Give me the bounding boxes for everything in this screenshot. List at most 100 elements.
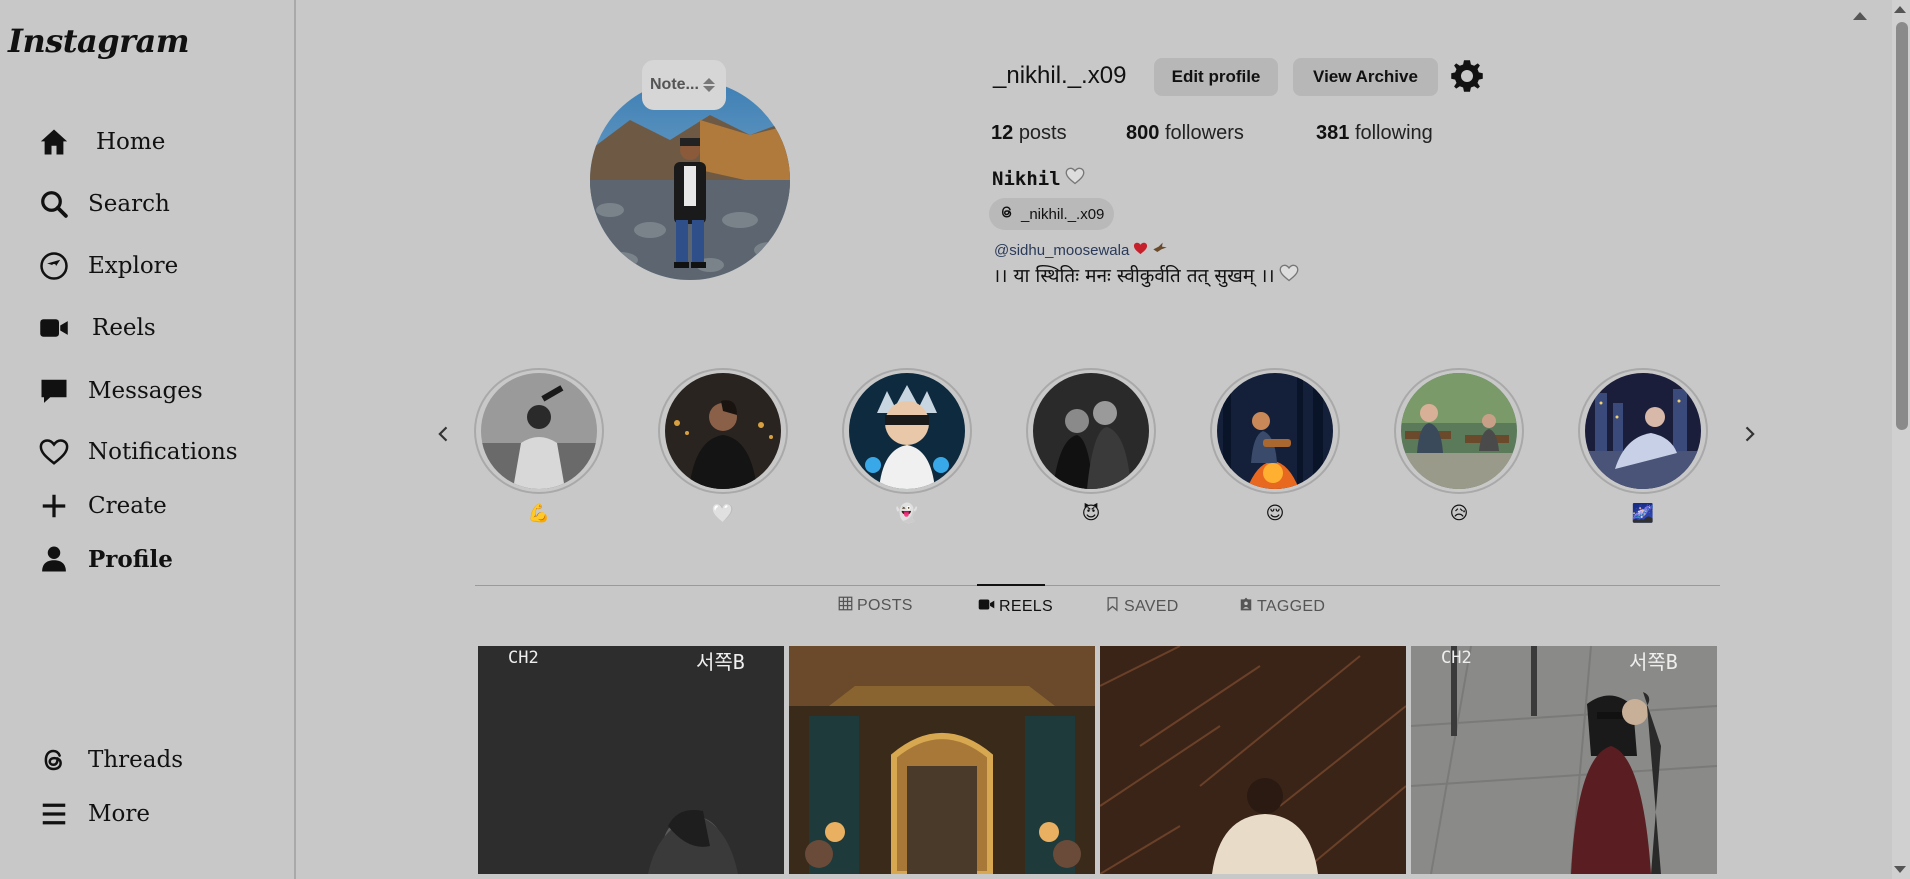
reel-tile[interactable] — [789, 646, 1095, 874]
sidebar-item-notifications[interactable]: Notifications — [38, 436, 238, 468]
reels-icon — [38, 312, 70, 344]
view-archive-button[interactable]: View Archive — [1293, 58, 1438, 96]
followers-count-label: followers — [1164, 122, 1244, 144]
story-highlight[interactable]: 👻 — [842, 368, 972, 524]
tab-label: TAGGED — [1257, 597, 1326, 615]
bio-mention-link[interactable]: @sidhu_moosewala — [994, 240, 1168, 260]
sidebar-item-create[interactable]: Create — [38, 490, 167, 522]
sidebar-item-label: Search — [88, 191, 170, 217]
instagram-logo[interactable]: Instagram — [8, 22, 190, 60]
highlight-ring — [1578, 368, 1708, 494]
sidebar-item-label: Messages — [88, 378, 203, 404]
sidebar-item-label: Explore — [88, 253, 179, 279]
highlight-image — [1033, 373, 1149, 489]
plus-icon — [38, 490, 70, 522]
red-heart-icon — [1133, 241, 1148, 260]
edit-profile-button[interactable]: Edit profile — [1154, 58, 1278, 96]
note-bubble[interactable]: Note... — [642, 60, 726, 110]
highlight-ring — [658, 368, 788, 494]
followers-count[interactable]: 800 followers — [1126, 122, 1244, 145]
highlight-emoji: 💪 — [527, 502, 551, 524]
story-highlight[interactable]: 💪 — [474, 368, 604, 524]
heart-icon — [38, 436, 70, 468]
threads-badge[interactable]: _nikhil._.x09 — [989, 198, 1115, 230]
user-icon — [38, 543, 70, 575]
sidebar-item-more[interactable]: More — [38, 798, 150, 830]
scroll-thumb[interactable] — [1896, 22, 1908, 430]
sidebar-item-threads[interactable]: Threads — [38, 744, 183, 776]
reel-tile[interactable]: CH2 서쪽B — [478, 646, 784, 874]
heart-icon — [1065, 166, 1085, 191]
menu-icon — [38, 798, 70, 830]
sidebar: Instagram Home Search Explore Reels Mess… — [0, 0, 296, 879]
highlight-image — [481, 373, 597, 489]
highlight-image — [849, 373, 965, 489]
tab-label: REELS — [999, 598, 1053, 615]
highlight-emoji: 👻 — [895, 502, 919, 524]
scroll-up-icon[interactable] — [1894, 6, 1906, 13]
highlight-emoji: 😥 — [1449, 502, 1469, 524]
note-label: Note... — [650, 76, 699, 93]
story-highlight[interactable]: 🌌 — [1578, 368, 1708, 524]
bio-line-text: ।। या स्थितिः मनः स्वीकुर्वति तत् सुखम् … — [993, 265, 1275, 287]
highlights-next-chevron-icon[interactable] — [1739, 424, 1759, 444]
home-icon — [38, 126, 70, 158]
sidebar-item-explore[interactable]: Explore — [38, 250, 178, 282]
tab-reels[interactable]: REELS — [978, 596, 1053, 618]
highlight-emoji: 😈 — [1081, 502, 1101, 524]
highlight-ring — [1026, 368, 1156, 494]
reel-tile[interactable]: CH2 서쪽B — [1411, 646, 1717, 874]
highlight-ring — [474, 368, 604, 494]
note-arrows-icon — [702, 78, 715, 92]
sidebar-item-search[interactable]: Search — [38, 188, 170, 220]
sidebar-item-label: More — [88, 801, 151, 827]
gear-icon[interactable] — [1449, 58, 1485, 94]
sidebar-item-reels[interactable]: Reels — [38, 312, 156, 344]
highlights-prev-chevron-icon[interactable] — [434, 424, 454, 444]
threads-icon — [999, 204, 1015, 224]
following-count-label: following — [1354, 122, 1433, 144]
story-highlight[interactable]: 😈 — [1026, 368, 1156, 524]
followers-count-value: 800 — [1126, 122, 1160, 144]
highlight-ring — [842, 368, 972, 494]
highlight-ring — [1210, 368, 1340, 494]
posts-count-label: posts — [1018, 122, 1067, 144]
search-icon — [38, 188, 70, 220]
sidebar-item-messages[interactable]: Messages — [38, 375, 203, 407]
tab-label: SAVED — [1124, 597, 1179, 615]
scrollbar[interactable] — [1892, 0, 1910, 879]
sidebar-item-label: Notifications — [88, 439, 238, 465]
scroll-top-arrow-icon[interactable] — [1853, 12, 1867, 20]
threads-icon — [38, 744, 70, 776]
story-highlight[interactable]: 😌 — [1210, 368, 1340, 524]
tab-tagged[interactable]: TAGGED — [1239, 596, 1325, 617]
tab-saved[interactable]: SAVED — [1105, 596, 1179, 617]
bird-icon — [1152, 240, 1168, 260]
sidebar-item-label: Create — [88, 493, 167, 519]
reel-tile[interactable] — [1100, 646, 1406, 874]
heart-icon — [1279, 263, 1299, 288]
posts-count-value: 12 — [991, 122, 1014, 144]
tab-posts[interactable]: POSTS — [838, 596, 913, 616]
highlight-emoji: 🌌 — [1631, 502, 1655, 524]
bio-text: ।। या स्थितिः मनः स्वीकुर्वति तत् सुखम् … — [993, 262, 1299, 288]
following-count-value: 381 — [1316, 122, 1350, 144]
sidebar-item-home[interactable]: Home — [38, 126, 165, 158]
message-icon — [38, 375, 70, 407]
following-count[interactable]: 381 following — [1316, 122, 1433, 145]
tile-overlay-text: CH2 — [1441, 648, 1472, 668]
tile-overlay-text: 서쪽B — [1629, 650, 1678, 674]
sidebar-item-label: Reels — [92, 315, 156, 341]
scroll-down-icon[interactable] — [1894, 866, 1906, 873]
profile-full-name: Nikhil — [992, 166, 1085, 191]
sidebar-item-profile[interactable]: Profile — [38, 543, 173, 575]
grid-icon — [838, 596, 853, 616]
profile-avatar[interactable] — [590, 80, 790, 280]
story-highlight[interactable]: 😥 — [1394, 368, 1524, 524]
story-highlight[interactable]: 🤍 — [658, 368, 788, 524]
sidebar-item-label: Home — [96, 129, 166, 155]
tile-overlay-text: 서쪽B — [696, 650, 745, 674]
highlight-image — [1217, 373, 1333, 489]
threads-handle: _nikhil._.x09 — [1021, 205, 1105, 223]
bookmark-icon — [1105, 596, 1120, 617]
